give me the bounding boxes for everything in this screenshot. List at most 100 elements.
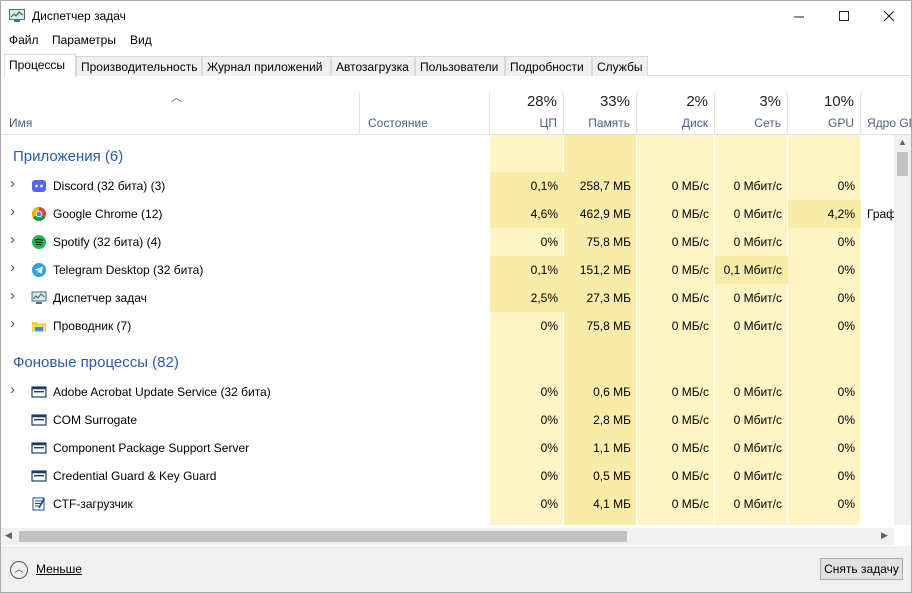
process-icon (31, 440, 47, 456)
vertical-scrollbar[interactable]: ▲ (894, 135, 911, 525)
cell-gpu: 0% (837, 291, 855, 305)
chevron-up-icon[interactable]: ︿ (10, 561, 28, 579)
task-manager-window: Диспетчер задач Файл Параметры Вид Проце… (0, 0, 912, 593)
group-background-title: Фоновые процессы (82) (13, 354, 179, 371)
discord-icon (32, 180, 46, 192)
table-row[interactable]: › Проводник (7) 0% 75,8 МБ 0 МБ/с 0 Мбит/с 0% (1, 312, 894, 340)
column-cpu[interactable]: 28% ЦП (490, 91, 564, 135)
cell-gpu-engine: Граф (867, 207, 894, 221)
tab-details[interactable]: Подробности (505, 56, 592, 76)
menu-view[interactable]: Вид (130, 33, 152, 47)
expand-chevron-icon[interactable]: › (10, 381, 15, 398)
disk-total: 2% (686, 93, 708, 110)
vertical-scroll-thumb[interactable] (897, 152, 908, 176)
maximize-button[interactable] (821, 1, 867, 31)
cell-cpu: 0% (540, 497, 558, 511)
column-name-label: Имя (9, 116, 33, 130)
process-name: Component Package Support Server (53, 441, 250, 455)
telegram-icon (32, 263, 46, 277)
cell-network: 0 Мбит/с (733, 207, 782, 221)
close-button[interactable] (866, 1, 912, 31)
cell-network: 0 Мбит/с (733, 413, 782, 427)
title-bar[interactable]: Диспетчер задач (1, 1, 911, 31)
cell-memory: 462,9 МБ (579, 207, 631, 221)
tab-performance[interactable]: Производительность (76, 56, 202, 76)
tab-app-history[interactable]: Журнал приложений (202, 56, 331, 76)
horizontal-scroll-thumb[interactable] (19, 531, 627, 542)
expand-chevron-icon[interactable]: › (10, 259, 15, 276)
process-icon (31, 178, 47, 194)
cell-disk: 0 МБ/с (671, 263, 709, 277)
column-disk[interactable]: 2% Диск (637, 91, 715, 135)
tab-startup[interactable]: Автозагрузка (331, 56, 415, 76)
cell-cpu: 0% (540, 385, 558, 399)
end-task-button[interactable]: Снять задачу (820, 558, 903, 580)
cell-cpu: 0% (540, 441, 558, 455)
expand-chevron-icon[interactable]: › (10, 287, 15, 304)
cell-disk: 0 МБ/с (671, 441, 709, 455)
column-name[interactable]: ︿ Имя (1, 91, 360, 135)
tab-services[interactable]: Службы (592, 56, 648, 76)
table-row[interactable]: CTF-загрузчик 0% 4,1 МБ 0 МБ/с 0 Мбит/с 0% (1, 490, 894, 518)
cell-memory: 2,8 МБ (593, 413, 631, 427)
network-total: 3% (759, 93, 781, 110)
expand-chevron-icon[interactable]: › (10, 203, 15, 220)
ctf-loader-icon (32, 497, 45, 511)
column-disk-label: Диск (681, 116, 708, 130)
sort-up-icon: ︿ (171, 92, 182, 104)
minimize-button[interactable] (776, 1, 822, 31)
column-memory[interactable]: 33% Память (564, 91, 637, 135)
cell-gpu: 0% (837, 497, 855, 511)
scroll-right-icon[interactable]: ▶ (881, 530, 888, 541)
table-row[interactable]: › Adobe Acrobat Update Service (32 бита) 0… (1, 378, 894, 406)
fewer-details-link[interactable]: Меньше (36, 562, 82, 576)
cell-gpu: 4,2% (788, 200, 861, 228)
process-icon (31, 468, 47, 484)
column-network-label: Сеть (754, 116, 781, 130)
chrome-icon (32, 207, 46, 221)
table-row[interactable]: Credential Guard & Key Guard 0% 0,5 МБ 0 МБ… (1, 462, 894, 490)
table-row[interactable]: › Spotify (32 бита) (4) 0% 75,8 МБ 0 МБ/с 0 М… (1, 228, 894, 256)
scroll-left-icon[interactable]: ◀ (5, 530, 12, 541)
cell-cpu: 0% (540, 469, 558, 483)
tab-users[interactable]: Пользователи (415, 56, 505, 76)
table-row[interactable]: › Telegram Desktop (32 бита) 0,1% 151,2 МБ 0… (1, 256, 894, 284)
menu-file[interactable]: Файл (9, 33, 39, 47)
table-row[interactable]: › Google Chrome (12) 4,6% 462,9 МБ 0 МБ/с 0 М… (1, 200, 894, 228)
table-row[interactable]: COM Surrogate 0% 2,8 МБ 0 МБ/с 0 Мбит/с 0% (1, 406, 894, 434)
process-name: Telegram Desktop (32 бита) (53, 263, 204, 277)
expand-chevron-icon[interactable]: › (10, 315, 15, 332)
column-gpu[interactable]: 10% GPU (788, 91, 861, 135)
group-background-row[interactable]: Фоновые процессы (82) (1, 347, 894, 375)
tab-processes[interactable]: Процессы (4, 54, 76, 77)
cell-network: 0 Мбит/с (733, 441, 782, 455)
table-row[interactable]: › Диспетчер задач 2,5% 27,3 МБ 0 МБ/с 0 Мбит/… (1, 284, 894, 312)
service-window-icon (31, 442, 47, 454)
footer-bar: ︿ Меньше Снять задачу (1, 546, 911, 592)
memory-total: 33% (599, 93, 630, 110)
expand-chevron-icon[interactable]: › (10, 231, 15, 248)
cell-network: 0 Мбит/с (733, 469, 782, 483)
cell-disk: 0 МБ/с (671, 235, 709, 249)
expand-chevron-icon[interactable]: › (10, 175, 15, 192)
column-status[interactable]: Состояние (360, 91, 490, 135)
horizontal-scrollbar[interactable]: ◀ ▶ (1, 528, 894, 545)
maximize-icon (838, 10, 849, 21)
cell-disk: 0 МБ/с (671, 207, 709, 221)
menu-options[interactable]: Параметры (52, 33, 116, 47)
cell-network: 0 Мбит/с (733, 179, 782, 193)
column-network[interactable]: 3% Сеть (715, 91, 788, 135)
table-row[interactable]: Component Package Support Server 0% 1,1 МБ… (1, 434, 894, 462)
cell-disk: 0 МБ/с (671, 413, 709, 427)
cell-network: 0 Мбит/с (733, 291, 782, 305)
cell-gpu: 0% (837, 469, 855, 483)
cell-cpu: 4,6% (490, 200, 564, 228)
column-gpu-engine[interactable]: Ядро GPU (861, 91, 911, 135)
process-name: Проводник (7) (53, 319, 132, 333)
scroll-up-icon[interactable]: ▲ (898, 137, 907, 147)
group-apps-row[interactable]: Приложения (6) (1, 142, 894, 170)
task-manager-app-icon (9, 9, 25, 22)
table-row[interactable]: › Discord (32 бита) (3) 0,1% 258,7 МБ 0 МБ/с… (1, 172, 894, 200)
cell-disk: 0 МБ/с (671, 291, 709, 305)
cpu-total: 28% (526, 93, 557, 110)
